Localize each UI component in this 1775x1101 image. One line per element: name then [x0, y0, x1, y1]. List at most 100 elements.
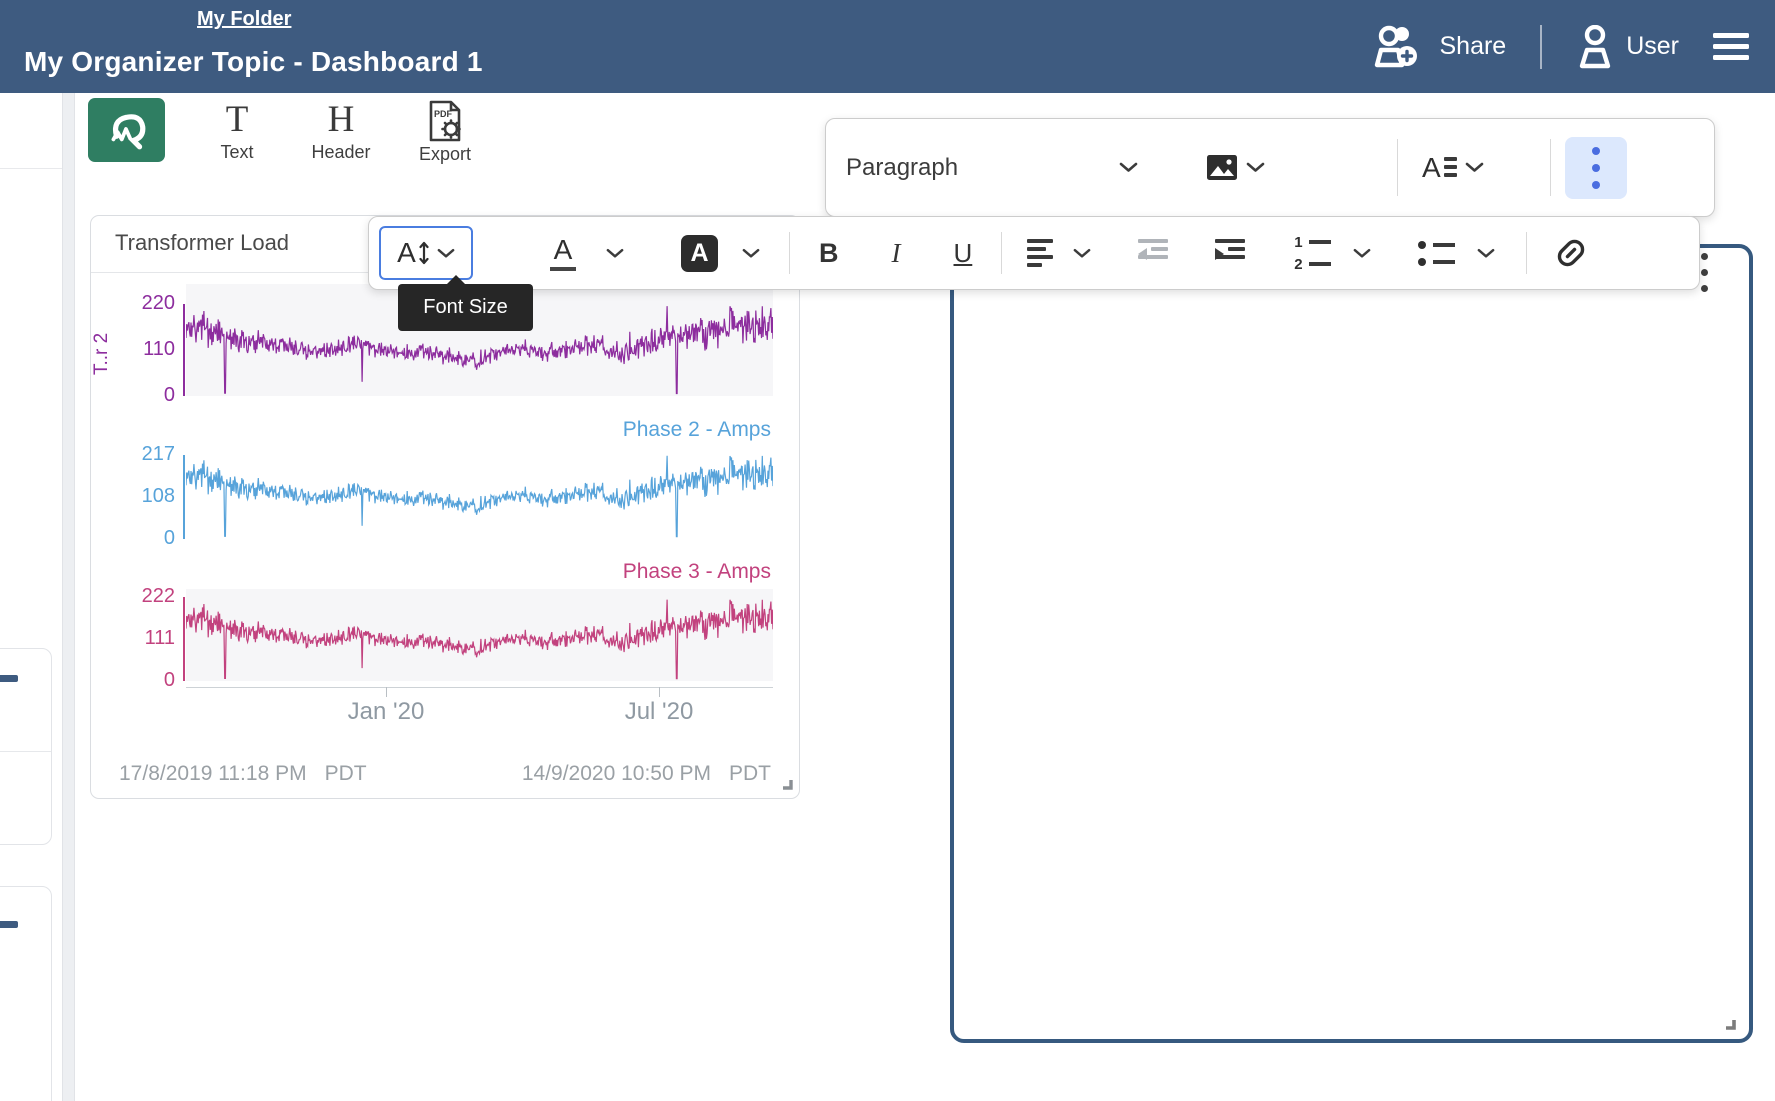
- insert-image-button[interactable]: [1196, 141, 1275, 195]
- x-tick-label-jan: Jan '20: [316, 698, 456, 726]
- plus-icon[interactable]: [0, 921, 18, 928]
- toolbar-divider: [1550, 139, 1551, 195]
- chevron-down-icon: [1477, 248, 1495, 259]
- font-size-icon: A: [397, 238, 429, 268]
- ordered-list-button[interactable]: 1 2: [1284, 226, 1380, 280]
- range-start-timestamp[interactable]: 17/8/2019 11:18 PM PDT: [119, 762, 367, 786]
- user-menu-button[interactable]: User: [1576, 25, 1679, 69]
- font-size-tooltip: Font Size: [398, 284, 533, 331]
- top-header-bar: My Folder My Organizer Topic - Dashboard…: [0, 0, 1775, 93]
- chevron-down-icon: [1119, 162, 1138, 173]
- chart-x-axis: [186, 687, 773, 688]
- content-editor-box[interactable]: [950, 244, 1753, 1043]
- link-icon: [1554, 236, 1588, 270]
- breadcrumb[interactable]: My Folder: [197, 8, 291, 31]
- share-button[interactable]: Share: [1371, 25, 1506, 69]
- text-style-button[interactable]: A: [1412, 141, 1494, 195]
- background-color-icon: A: [681, 235, 718, 272]
- seeq-logo-icon: [104, 107, 150, 153]
- lane3-trend-plot[interactable]: [186, 589, 773, 681]
- resize-handle-icon[interactable]: [779, 776, 794, 791]
- x-tick-label-jul: Jul '20: [589, 698, 729, 726]
- lane2-tick-max: 217: [115, 443, 175, 465]
- font-color-icon: A: [550, 235, 576, 271]
- toolbar-divider: [1001, 232, 1002, 274]
- left-panel-divider: [0, 168, 62, 169]
- bold-button[interactable]: B: [809, 226, 849, 280]
- chevron-down-icon: [1465, 162, 1484, 173]
- x-tickmark-jan: [386, 687, 387, 697]
- font-style-icon: A: [1422, 153, 1441, 183]
- indent-icon: [1215, 239, 1245, 267]
- image-icon: [1206, 154, 1238, 181]
- user-label: User: [1626, 32, 1679, 61]
- italic-button[interactable]: I: [882, 226, 911, 280]
- document-toolbar: T Text H Header PDF Export: [88, 98, 477, 165]
- editor-toolbar-secondary: A A A B I U: [368, 216, 1700, 290]
- lane2-trend-plot[interactable]: [186, 447, 773, 539]
- export-pdf-button[interactable]: PDF Export: [413, 98, 477, 165]
- start-datetime: 17/8/2019 11:18 PM: [119, 762, 307, 786]
- header-actions: Share User: [1371, 0, 1749, 93]
- bullet-list-icon: [1418, 241, 1455, 266]
- text-tool-icon: T: [226, 100, 249, 140]
- lane3-tick-zero: 0: [115, 669, 175, 691]
- toolbar-divider: [789, 232, 790, 274]
- lane3-y-axis: [183, 597, 185, 681]
- insert-link-button[interactable]: [1544, 226, 1598, 280]
- panel-splitter[interactable]: [62, 93, 75, 1101]
- chevron-down-icon: [742, 248, 760, 259]
- hamburger-menu-icon[interactable]: [1713, 33, 1749, 61]
- range-end-timestamp[interactable]: 14/9/2020 10:50 PM PDT: [522, 762, 771, 786]
- lane2-series-label[interactable]: Phase 2 - Amps: [471, 418, 771, 442]
- seeq-logo-button[interactable]: [88, 98, 165, 162]
- toolbar-divider: [1397, 139, 1398, 195]
- font-size-button[interactable]: A: [379, 226, 473, 280]
- svg-text:PDF: PDF: [434, 109, 453, 119]
- page-title: My Organizer Topic - Dashboard 1: [24, 46, 483, 78]
- toolbar-more-options-button[interactable]: [1565, 137, 1627, 199]
- bullet-list-button[interactable]: [1408, 226, 1505, 280]
- share-user-plus-icon: [1371, 25, 1427, 69]
- insert-header-button[interactable]: H Header: [309, 98, 373, 163]
- chevron-down-icon: [1246, 162, 1265, 173]
- lane1-tick-zero: 0: [115, 384, 175, 406]
- lane2-tick-zero: 0: [115, 527, 175, 549]
- align-button[interactable]: [1017, 226, 1101, 280]
- lane1-tick-max: 220: [115, 292, 175, 314]
- lane3-series-label[interactable]: Phase 3 - Amps: [471, 560, 771, 584]
- chevron-down-icon: [606, 248, 624, 259]
- clipped-side-card[interactable]: [0, 886, 52, 1101]
- header-tool-label: Header: [311, 142, 370, 163]
- chart-y-axis-label: T..r 2: [91, 304, 115, 404]
- plus-icon[interactable]: [0, 675, 18, 682]
- lane1-y-axis: [183, 304, 185, 396]
- font-color-button[interactable]: A: [540, 226, 634, 280]
- text-tool-label: Text: [220, 142, 253, 163]
- user-icon: [1576, 25, 1614, 69]
- organizer-topic-page: My Folder My Organizer Topic - Dashboard…: [0, 0, 1775, 1101]
- lane3-tick-max: 222: [115, 585, 175, 607]
- end-timezone: PDT: [729, 762, 771, 786]
- share-label: Share: [1439, 32, 1506, 61]
- header-divider: [1540, 25, 1542, 69]
- x-tickmark-jul: [659, 687, 660, 697]
- lane2-y-axis: [183, 455, 185, 539]
- insert-text-button[interactable]: T Text: [205, 98, 269, 163]
- chevron-down-icon: [1073, 248, 1091, 259]
- tooltip-text: Font Size: [423, 296, 507, 319]
- paragraph-style-select[interactable]: Paragraph: [846, 138, 1138, 198]
- header-tool-icon: H: [328, 100, 355, 140]
- clipped-side-card[interactable]: [0, 648, 52, 845]
- outdent-button[interactable]: [1128, 226, 1178, 280]
- paragraph-style-value: Paragraph: [846, 154, 958, 182]
- export-tool-label: Export: [419, 144, 471, 165]
- editor-resize-handle-icon[interactable]: [1721, 1015, 1737, 1031]
- background-color-button[interactable]: A: [671, 226, 770, 280]
- end-datetime: 14/9/2020 10:50 PM: [522, 762, 711, 786]
- outdent-icon: [1138, 239, 1168, 267]
- underline-button[interactable]: U: [944, 226, 983, 280]
- lane2-tick-mid: 108: [115, 485, 175, 507]
- content-box-kebab-menu[interactable]: [1701, 253, 1708, 292]
- indent-button[interactable]: [1205, 226, 1255, 280]
